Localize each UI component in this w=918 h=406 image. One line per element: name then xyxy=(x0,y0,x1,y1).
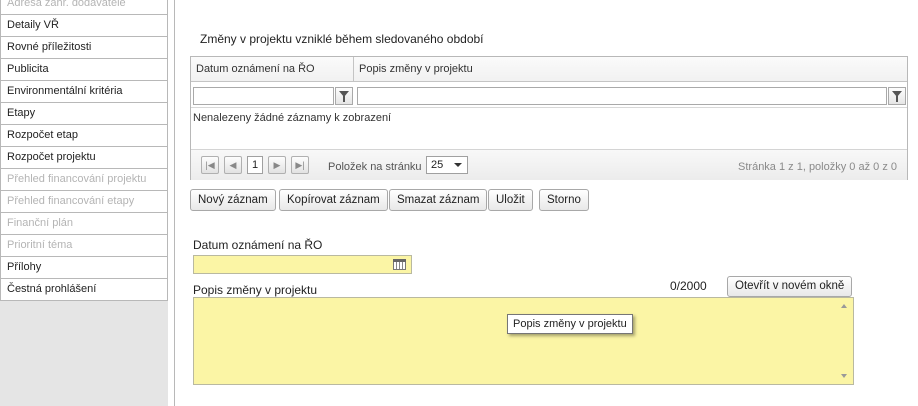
sidebar-item-detaily-vr[interactable]: Detaily VŘ xyxy=(0,15,168,37)
next-page-button[interactable]: ▶ xyxy=(268,156,286,174)
current-page-input[interactable]: 1 xyxy=(247,156,263,174)
filter-button-popis[interactable] xyxy=(888,87,906,105)
tooltip: Popis změny v projektu xyxy=(507,314,633,334)
sidebar-item-rovne-prilezitosti[interactable]: Rovné příležitosti xyxy=(0,37,168,59)
column-header-datum[interactable]: Datum oznámení na ŘO xyxy=(191,57,354,81)
filter-row xyxy=(191,82,907,108)
filter-input-datum[interactable] xyxy=(193,87,334,105)
first-page-button[interactable]: |◀ xyxy=(201,156,219,174)
save-button[interactable]: Uložit xyxy=(488,189,533,211)
calendar-icon[interactable] xyxy=(393,259,406,270)
filter-button-datum[interactable] xyxy=(335,87,353,105)
open-in-new-window-button[interactable]: Otevřít v novém okně xyxy=(727,276,853,297)
chevron-down-icon xyxy=(454,163,462,167)
empty-message: Nenalezeny žádné záznamy k zobrazení xyxy=(193,112,392,124)
section-title: Změny v projektu vzniklé během sledované… xyxy=(200,32,484,46)
sidebar: Adresa zahr. dodavatele Detaily VŘ Rovné… xyxy=(0,0,168,406)
copy-record-button[interactable]: Kopírovat záznam xyxy=(279,189,388,211)
sidebar-item-adresa-zahr-dodavatele[interactable]: Adresa zahr. dodavatele xyxy=(0,0,168,15)
date-field[interactable] xyxy=(193,255,412,274)
sidebar-item-prilohy[interactable]: Přílohy xyxy=(0,257,168,279)
sidebar-item-financni-plan[interactable]: Finanční plán xyxy=(0,213,168,235)
sidebar-item-environmentalni-kriteria[interactable]: Environmentální kritéria xyxy=(0,81,168,103)
per-page-label: Položek na stránku xyxy=(328,161,422,173)
sidebar-item-prioritni-tema[interactable]: Prioritní téma xyxy=(0,235,168,257)
sidebar-item-prehled-financovani-projektu[interactable]: Přehled financování projektu xyxy=(0,169,168,191)
sidebar-item-rozpocet-etap[interactable]: Rozpočet etap xyxy=(0,125,168,147)
per-page-select[interactable]: 25 xyxy=(426,156,468,174)
date-label: Datum oznámení na ŘO xyxy=(193,238,323,252)
char-counter: 0/2000 xyxy=(670,279,707,293)
new-record-button[interactable]: Nový záznam xyxy=(190,189,276,211)
delete-record-button[interactable]: Smazat záznam xyxy=(389,189,488,211)
prev-page-button[interactable]: ◀ xyxy=(224,156,242,174)
sidebar-item-etapy[interactable]: Etapy xyxy=(0,103,168,125)
scroll-down-icon[interactable] xyxy=(841,374,847,378)
scroll-up-icon[interactable] xyxy=(841,304,847,308)
sidebar-item-publicita[interactable]: Publicita xyxy=(0,59,168,81)
last-page-button[interactable]: ▶| xyxy=(291,156,309,174)
sidebar-item-cestna-prohlaseni[interactable]: Čestná prohlášení xyxy=(0,279,168,301)
pager-info: Stránka 1 z 1, položky 0 až 0 z 0 xyxy=(738,161,897,173)
per-page-value: 25 xyxy=(431,159,444,171)
content-divider xyxy=(174,0,175,406)
sidebar-item-rozpocet-projektu[interactable]: Rozpočet projektu xyxy=(0,147,168,169)
filter-icon xyxy=(892,91,902,102)
cancel-button[interactable]: Storno xyxy=(539,189,589,211)
pager: |◀ ◀ 1 ▶ ▶| Položek na stránku 25 Stránk… xyxy=(191,149,907,180)
description-label: Popis změny v projektu xyxy=(193,283,318,297)
changes-grid: Datum oznámení na ŘO Popis změny v proje… xyxy=(190,56,908,180)
sidebar-item-prehled-financovani-etapy[interactable]: Přehled financování etapy xyxy=(0,191,168,213)
filter-icon xyxy=(339,91,349,102)
grid-header: Datum oznámení na ŘO Popis změny v proje… xyxy=(191,57,907,82)
description-textarea[interactable] xyxy=(193,297,854,385)
filter-input-popis[interactable] xyxy=(357,87,887,105)
column-header-popis[interactable]: Popis změny v projektu xyxy=(354,57,907,81)
